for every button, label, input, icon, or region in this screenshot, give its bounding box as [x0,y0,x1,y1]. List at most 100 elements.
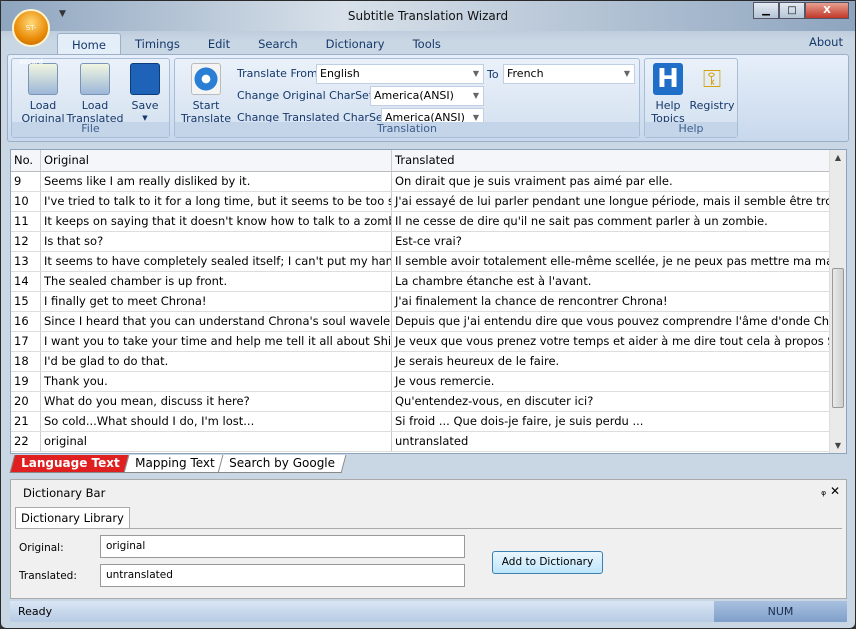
tab-mapping-text[interactable]: Mapping Text [123,455,226,473]
cell-translated[interactable]: La chambre étanche est à l'avant. [392,272,830,291]
cell-no[interactable]: 22 [11,432,41,451]
cell-translated[interactable]: untranslated [392,432,830,451]
table-row[interactable]: 18 I'd be glad to do that. Je serais heure… [11,352,830,372]
original-input[interactable]: original [100,535,465,558]
original-charset-label: Change Original CharSet [237,89,374,102]
vertical-scrollbar[interactable]: ▲ ▼ [829,150,846,453]
cell-translated[interactable]: Il ne cesse de dire qu'il ne sait pas co… [392,212,830,231]
table-row[interactable]: 19 Thank you. Je vous remercie. [11,372,830,392]
cell-no[interactable]: 10 [11,192,41,211]
cell-translated[interactable]: J'ai finalement la chance de rencontrer … [392,292,830,311]
close-button[interactable]: X [805,2,849,19]
translated-input[interactable]: untranslated [100,564,465,587]
column-header-original[interactable]: Original [41,150,392,171]
original-charset-select[interactable]: America(ANSI) ▼ [370,86,484,106]
tab-dictionary[interactable]: Dictionary [312,33,399,55]
dropdown-arrow-icon: ▼ [472,69,479,78]
column-header-translated[interactable]: Translated [392,150,830,171]
cell-original[interactable]: So cold...What should I do, I'm lost... [41,412,392,431]
table-row[interactable]: 13 It seems to have completely sealed its… [11,252,830,272]
table-row[interactable]: 14 The sealed chamber is up front. La cham… [11,272,830,292]
load-translated-button[interactable]: Load Translated [66,63,124,125]
cell-translated[interactable]: Est-ce vrai? [392,232,830,251]
tab-dictionary-library[interactable]: Dictionary Library [15,507,130,529]
cell-original[interactable]: I finally get to meet Chrona! [41,292,392,311]
status-text: Ready [18,605,53,618]
cell-original[interactable]: It keeps on saying that it doesn't know … [41,212,392,231]
cell-original[interactable]: I've tried to talk to it for a long time… [41,192,392,211]
cell-translated[interactable]: Je serais heureux de le faire. [392,352,830,371]
translation-group-label: Translation [175,122,639,137]
scrollbar-thumb[interactable] [832,268,844,408]
column-header-no[interactable]: No. [11,150,41,171]
cell-translated[interactable]: Je vous remercie. [392,372,830,391]
tab-search[interactable]: Search [244,33,312,55]
cell-no[interactable]: 14 [11,272,41,291]
save-button[interactable]: Save ▼ [125,63,165,125]
cell-original[interactable]: What do you mean, discuss it here? [41,392,392,411]
tab-timings[interactable]: Timings [121,33,194,55]
tab-home[interactable]: Home [57,33,121,55]
cell-original[interactable]: The sealed chamber is up front. [41,272,392,291]
dropdown-arrow-icon: ▼ [623,69,630,78]
tab-search-by-google[interactable]: Search by Google [217,455,347,473]
cell-original[interactable]: Seems like I am really disliked by it. [41,172,392,191]
table-row[interactable]: 17 I want you to take your time and help … [11,332,830,352]
cell-original[interactable]: Thank you. [41,372,392,391]
cell-no[interactable]: 21 [11,412,41,431]
dictionary-panel: Original: original Translated: untransla… [15,528,842,594]
table-row[interactable]: 20 What do you mean, discuss it here? Qu'e… [11,392,830,412]
cell-translated[interactable]: Depuis que j'ai entendu dire que vous po… [392,312,830,331]
cell-no[interactable]: 9 [11,172,41,191]
close-icon[interactable]: ✕ [830,484,840,498]
cell-original[interactable]: Is that so? [41,232,392,251]
maximize-button[interactable]: □ [779,2,805,19]
help-group-label: Help [645,122,737,137]
pin-icon[interactable]: ᵩ [821,484,826,498]
table-row[interactable]: 11 It keeps on saying that it doesn't kno… [11,212,830,232]
cell-no[interactable]: 11 [11,212,41,231]
registry-button[interactable]: ⚿ Registry [689,63,735,112]
cell-no[interactable]: 13 [11,252,41,271]
app-window: Subtitle Translation Wizard ST-Wizard ▼ … [0,0,856,629]
tab-tools[interactable]: Tools [399,33,455,55]
minimize-button[interactable]: ▁ [753,2,779,19]
table-row[interactable]: 16 Since I heard that you can understand … [11,312,830,332]
cell-translated[interactable]: J'ai essayé de lui parler pendant une lo… [392,192,830,211]
cell-no[interactable]: 16 [11,312,41,331]
dictionary-bar-title: Dictionary Bar [23,486,106,500]
cell-original[interactable]: It seems to have completely sealed itsel… [41,252,392,271]
cell-original[interactable]: I want you to take your time and help me… [41,332,392,351]
tab-language-text[interactable]: Language Text [9,455,132,473]
table-row[interactable]: 21 So cold...What should I do, I'm lost..… [11,412,830,432]
cell-no[interactable]: 20 [11,392,41,411]
cell-original[interactable]: original [41,432,392,451]
cell-translated[interactable]: On dirait que je suis vraiment pas aimé … [392,172,830,191]
table-row[interactable]: 10 I've tried to talk to it for a long ti… [11,192,830,212]
help-topics-button[interactable]: H Help Topics [648,63,688,125]
cell-translated[interactable]: Si froid ... Que dois-je faire, je suis … [392,412,830,431]
cell-original[interactable]: Since I heard that you can understand Ch… [41,312,392,331]
cell-no[interactable]: 18 [11,352,41,371]
cell-no[interactable]: 15 [11,292,41,311]
table-row[interactable]: 22 original untranslated [11,432,830,452]
app-menu-orb[interactable]: ST-Wizard [12,9,50,66]
cell-translated[interactable]: Qu'entendez-vous, en discuter ici? [392,392,830,411]
scroll-down-icon[interactable]: ▼ [830,441,846,450]
cell-no[interactable]: 12 [11,232,41,251]
table-row[interactable]: 9 Seems like I am really disliked by it. O… [11,172,830,192]
cell-translated[interactable]: Je veux que vous prenez votre temps et a… [392,332,830,351]
scroll-up-icon[interactable]: ▲ [830,153,846,162]
about-link[interactable]: About [809,35,843,49]
translate-from-select[interactable]: English ▼ [316,64,484,84]
cell-translated[interactable]: Il semble avoir totalement elle-même sce… [392,252,830,271]
translate-to-select[interactable]: French ▼ [503,64,635,84]
quick-access-dropdown-icon[interactable]: ▼ [59,9,66,19]
table-row[interactable]: 15 I finally get to meet Chrona! J'ai fina… [11,292,830,312]
table-row[interactable]: 12 Is that so? Est-ce vrai? [11,232,830,252]
add-to-dictionary-button[interactable]: Add to Dictionary [492,551,603,574]
cell-no[interactable]: 19 [11,372,41,391]
cell-no[interactable]: 17 [11,332,41,351]
tab-edit[interactable]: Edit [194,33,244,55]
cell-original[interactable]: I'd be glad to do that. [41,352,392,371]
